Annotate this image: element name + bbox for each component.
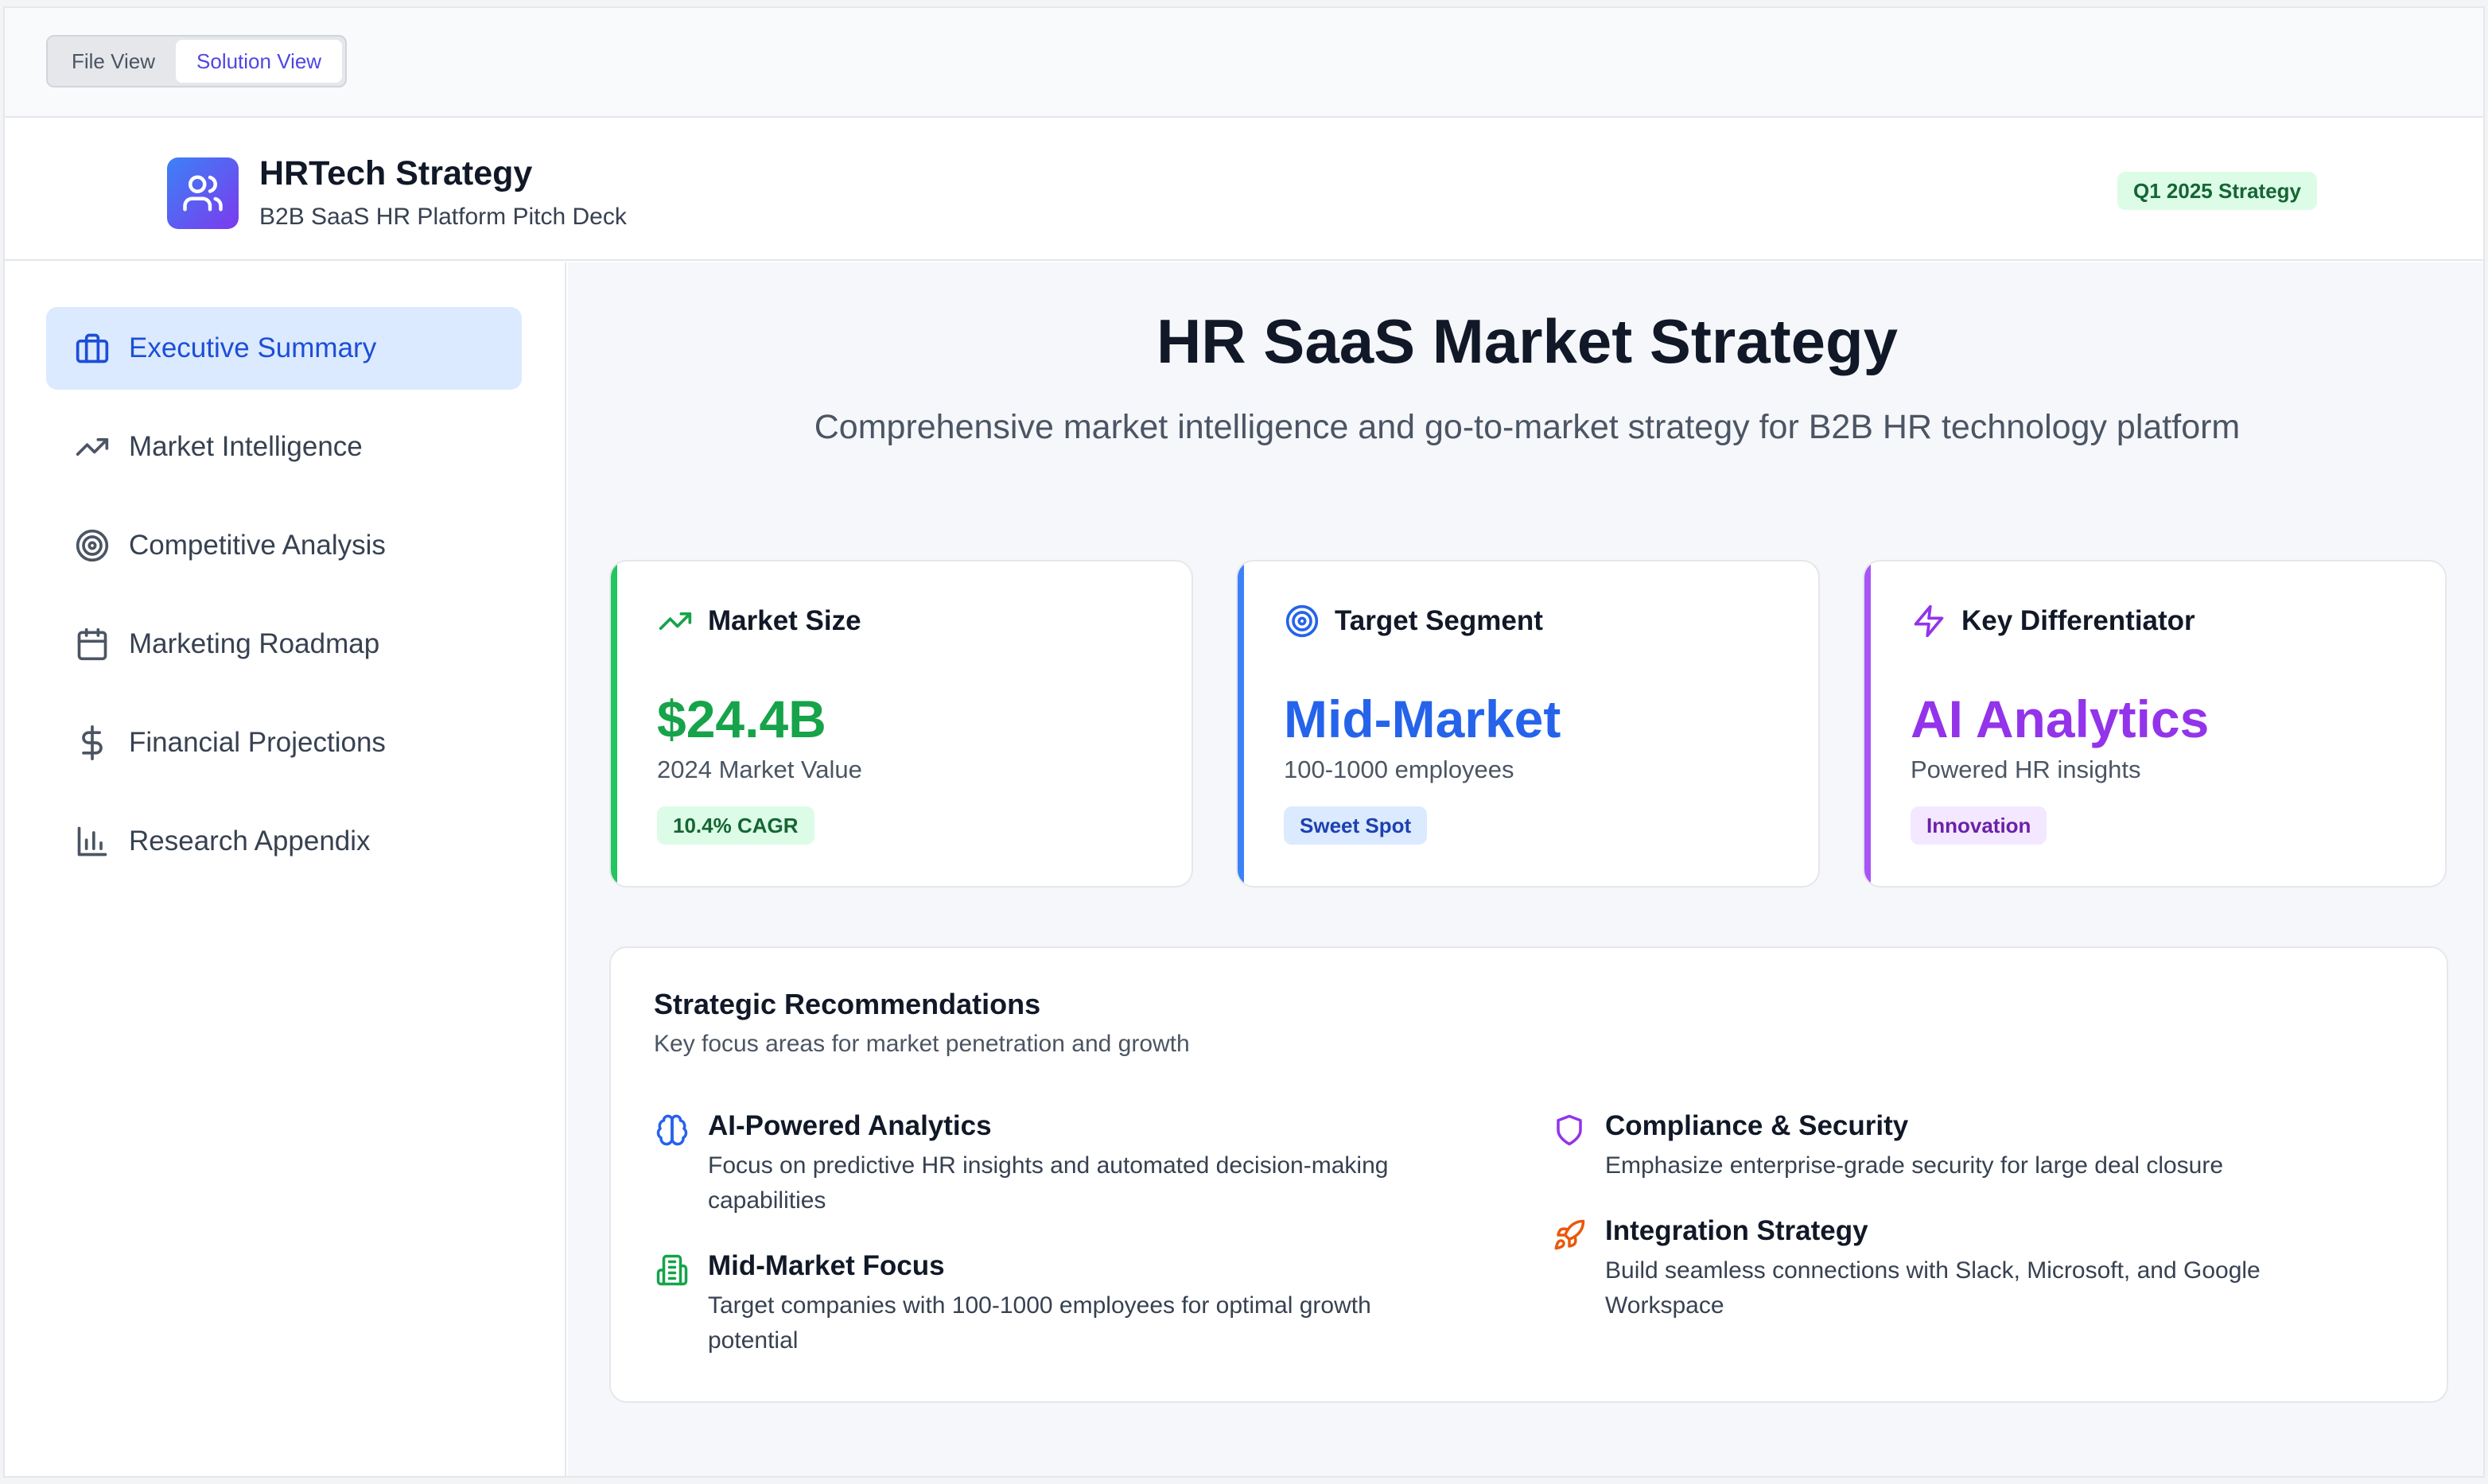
- trending-up-icon: [657, 603, 694, 639]
- sidebar-item-marketing-roadmap[interactable]: Marketing Roadmap: [46, 603, 522, 686]
- brand-subtitle: B2B SaaS HR Platform Pitch Deck: [259, 204, 627, 230]
- dollar-icon: [73, 724, 111, 762]
- strategic-recommendations-panel: Strategic Recommendations Key focus area…: [609, 946, 2448, 1403]
- card-value: Mid-Market: [1284, 690, 1561, 748]
- solution-view-button[interactable]: Solution View: [176, 40, 343, 83]
- market-size-card: Market Size $24.4B 2024 Market Value 10.…: [609, 560, 1193, 888]
- file-view-button[interactable]: File View: [51, 40, 176, 83]
- sidebar-item-label: Financial Projections: [129, 727, 386, 758]
- recommendation-description: Emphasize enterprise-grade security for …: [1605, 1152, 2224, 1179]
- shield-icon: [1551, 1112, 1588, 1148]
- sidebar-item-label: Market Intelligence: [129, 431, 363, 462]
- users-icon: [167, 157, 239, 229]
- sidebar-item-financial-projections[interactable]: Financial Projections: [46, 701, 522, 784]
- recommendation-title: Mid-Market Focus: [708, 1250, 945, 1281]
- app-window: File View Solution View HRTech Strategy …: [3, 6, 2485, 1478]
- recommendation-title: AI-Powered Analytics: [708, 1110, 992, 1141]
- card-title: Key Differentiator: [1961, 605, 2195, 636]
- card-badge: 10.4% CAGR: [657, 806, 814, 845]
- recommendation-title: Compliance & Security: [1605, 1110, 1909, 1141]
- app-header: HRTech Strategy B2B SaaS HR Platform Pit…: [5, 119, 2483, 261]
- card-accent: [611, 561, 617, 886]
- sidebar-item-label: Marketing Roadmap: [129, 628, 380, 659]
- main-content: HR SaaS Market Strategy Comprehensive ma…: [568, 262, 2483, 1476]
- card-title: Market Size: [708, 605, 861, 636]
- calendar-icon: [73, 625, 111, 663]
- sidebar-item-label: Executive Summary: [129, 332, 377, 363]
- rocket-icon: [1551, 1217, 1588, 1253]
- sidebar-item-label: Competitive Analysis: [129, 530, 386, 561]
- view-toggle-bar: File View Solution View: [5, 8, 2483, 118]
- card-badge: Sweet Spot: [1284, 806, 1428, 845]
- sidebar: Executive Summary Market Intelligence Co…: [5, 262, 566, 1476]
- section-title: Strategic Recommendations: [654, 988, 1041, 1020]
- card-description: 100-1000 employees: [1284, 756, 1514, 783]
- trending-up-icon: [73, 428, 111, 466]
- zap-icon: [1911, 603, 1947, 639]
- sidebar-item-executive-summary[interactable]: Executive Summary: [46, 307, 522, 390]
- target-segment-card: Target Segment Mid-Market 100-1000 emplo…: [1236, 560, 1820, 888]
- card-badge: Innovation: [1911, 806, 2047, 845]
- brand-title: HRTech Strategy: [259, 154, 533, 192]
- sidebar-item-market-intelligence[interactable]: Market Intelligence: [46, 406, 522, 488]
- section-subtitle: Key focus areas for market penetration a…: [654, 1031, 1190, 1057]
- card-description: Powered HR insights: [1911, 756, 2141, 783]
- key-differentiator-card: Key Differentiator AI Analytics Powered …: [1863, 560, 2447, 888]
- recommendation-description: Target companies with 100-1000 employees…: [708, 1292, 1371, 1354]
- briefcase-icon: [73, 329, 111, 367]
- sidebar-item-research-appendix[interactable]: Research Appendix: [46, 800, 522, 883]
- target-icon: [1284, 603, 1320, 639]
- view-toggle: File View Solution View: [46, 35, 348, 87]
- card-value: $24.4B: [657, 690, 826, 748]
- strategy-badge: Q1 2025 Strategy: [2117, 172, 2318, 210]
- page-subtitle: Comprehensive market intelligence and go…: [814, 408, 2241, 446]
- card-accent: [1238, 561, 1244, 886]
- page-title: HR SaaS Market Strategy: [1156, 306, 1899, 376]
- building-icon: [654, 1252, 690, 1288]
- brain-icon: [654, 1112, 690, 1148]
- sidebar-item-label: Research Appendix: [129, 826, 371, 857]
- recommendation-description: Focus on predictive HR insights and auto…: [708, 1152, 1389, 1214]
- recommendation-description: Build seamless connections with Slack, M…: [1605, 1257, 2261, 1319]
- bar-chart-icon: [73, 822, 111, 860]
- target-icon: [73, 526, 111, 565]
- recommendation-title: Integration Strategy: [1605, 1215, 1868, 1246]
- card-title: Target Segment: [1335, 605, 1543, 636]
- card-accent: [1864, 561, 1871, 886]
- sidebar-item-competitive-analysis[interactable]: Competitive Analysis: [46, 504, 522, 587]
- card-value: AI Analytics: [1911, 690, 2210, 748]
- card-description: 2024 Market Value: [657, 756, 862, 783]
